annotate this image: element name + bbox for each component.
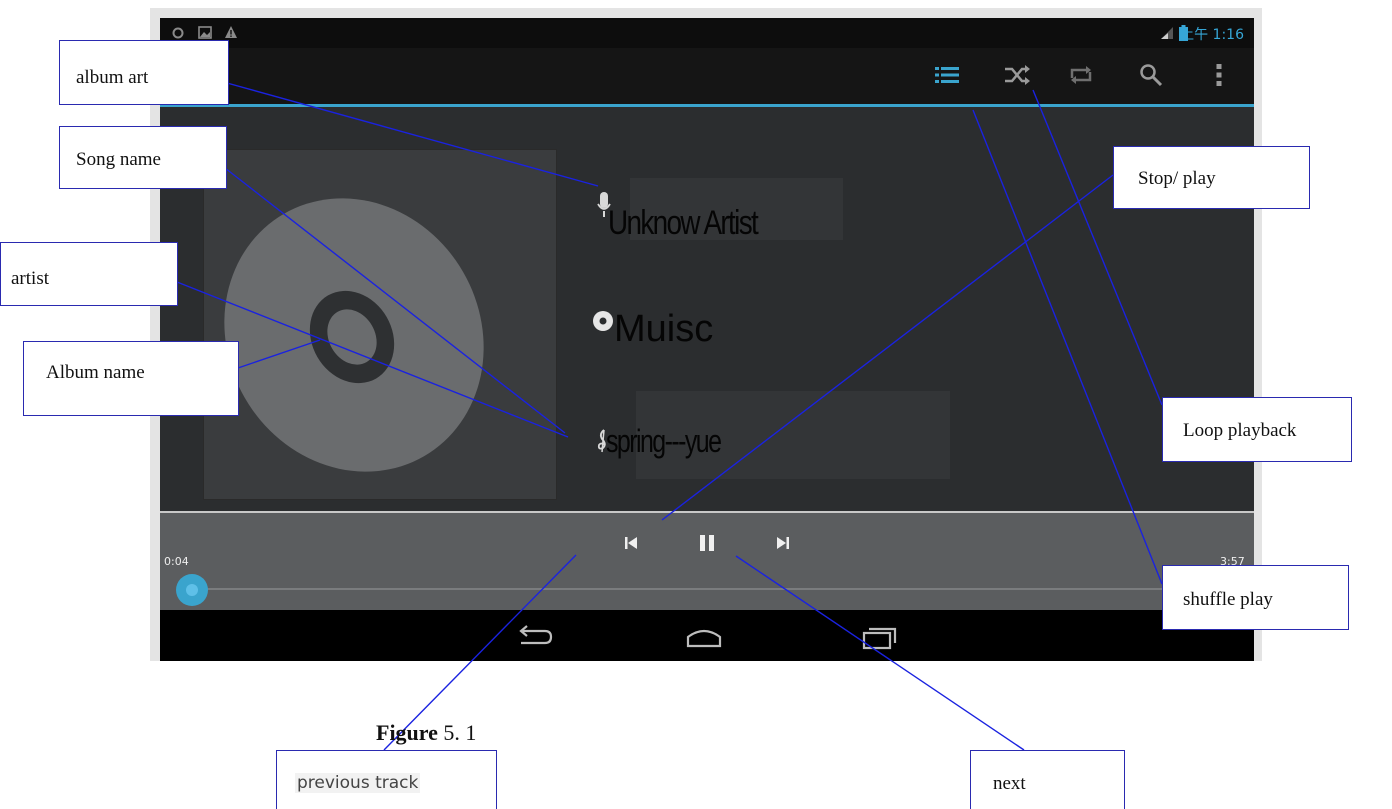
callout-artist-label: artist xyxy=(11,268,49,289)
callout-next-label: next xyxy=(993,773,1026,794)
warning-icon xyxy=(225,26,237,38)
callout-shuffle-play: shuffle play xyxy=(1162,565,1349,630)
search-icon[interactable] xyxy=(1136,60,1166,90)
album-art xyxy=(203,149,557,500)
figure-number: 5. 1 xyxy=(443,720,477,745)
callout-shuffle-play-label: shuffle play xyxy=(1183,589,1273,610)
callout-stop-play: Stop/ play xyxy=(1113,146,1310,209)
callout-album-art-label: album art xyxy=(76,67,149,88)
album-name: Muisc xyxy=(614,308,714,350)
figure-caption: Figure 5. 1 xyxy=(376,720,476,746)
status-clock: 上午 1:16 xyxy=(1180,27,1244,43)
callout-loop-playback: Loop playback xyxy=(1162,397,1352,462)
settings-icon xyxy=(172,27,184,39)
shuffle-icon[interactable] xyxy=(1002,60,1032,90)
recent-apps-icon[interactable] xyxy=(860,622,900,652)
image-icon xyxy=(198,26,212,39)
status-bar: 上午 1:16 xyxy=(160,18,1254,48)
back-icon[interactable] xyxy=(515,622,555,652)
figure-label: Figure xyxy=(376,720,438,745)
callout-stop-play-label: Stop/ play xyxy=(1138,168,1216,189)
previous-icon[interactable] xyxy=(616,528,646,558)
callout-previous-track-label: previous track xyxy=(295,773,421,793)
repeat-icon[interactable] xyxy=(1066,60,1096,90)
action-bar xyxy=(160,48,1254,104)
home-icon[interactable] xyxy=(684,622,724,652)
playlist-icon[interactable] xyxy=(932,60,962,90)
overflow-menu-icon[interactable] xyxy=(1204,60,1234,90)
callout-previous-track: previous track xyxy=(276,750,497,809)
next-icon[interactable] xyxy=(768,528,798,558)
seek-bar-thumb-center xyxy=(186,584,198,596)
callout-album-art: album art xyxy=(59,40,229,105)
callout-song-name: Song name xyxy=(59,126,227,189)
callout-album-name: Album name xyxy=(23,341,239,416)
callout-artist: artist xyxy=(0,242,178,306)
disc-placeholder-icon xyxy=(224,198,484,472)
elapsed-time: 0:04 xyxy=(164,555,189,568)
callout-next: next xyxy=(970,750,1125,809)
callout-song-name-label: Song name xyxy=(76,149,161,170)
music-player-screen: 上午 1:16 Unknow Artist Muisc spring---yue… xyxy=(160,18,1254,661)
song-name: spring---yue xyxy=(606,423,722,459)
callout-loop-playback-label: Loop playback xyxy=(1183,420,1297,441)
pause-icon[interactable] xyxy=(692,528,722,558)
disc-icon xyxy=(593,311,613,331)
seek-bar-track[interactable] xyxy=(180,588,1254,590)
signal-icon xyxy=(1161,27,1173,39)
callout-album-name-label: Album name xyxy=(46,362,145,383)
artist-name: Unknow Artist xyxy=(608,204,759,242)
